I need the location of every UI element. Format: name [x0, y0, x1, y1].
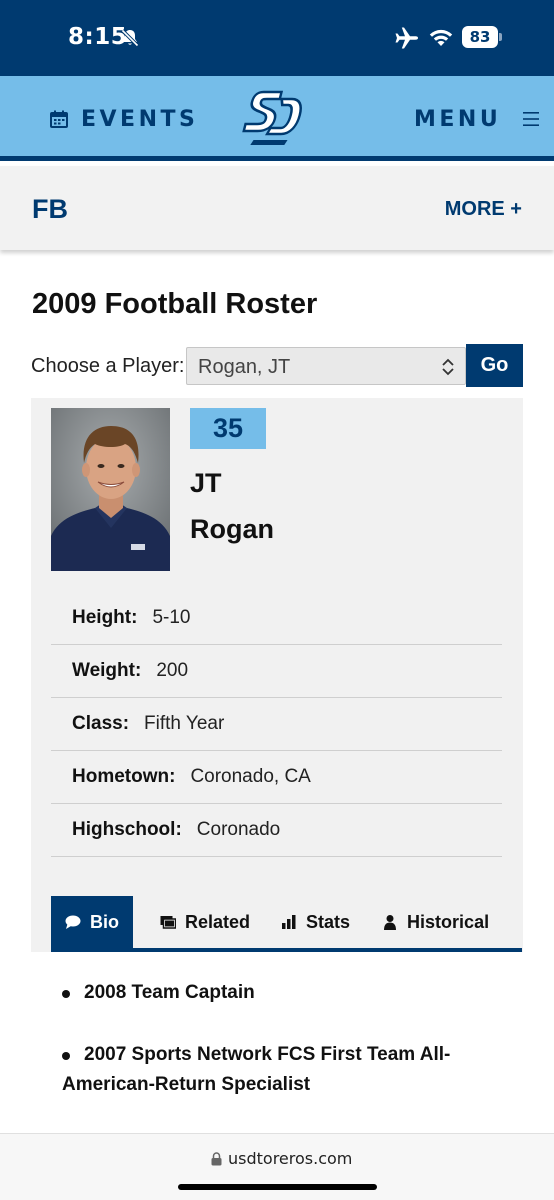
battery-level: 83 [462, 26, 498, 48]
player-select[interactable]: Rogan, JT [186, 347, 466, 385]
player-last-name: Rogan [190, 514, 274, 544]
bar-chart-icon [282, 915, 296, 929]
url-text: usdtoreros.com [228, 1149, 353, 1168]
tab-historical[interactable]: Historical [382, 896, 489, 948]
player-first-name: JT [190, 468, 222, 498]
tab-label: Bio [90, 911, 119, 932]
wifi-icon [429, 29, 453, 46]
info-key: Hometown: [72, 766, 176, 787]
go-button[interactable]: Go [466, 344, 523, 387]
site-header: EVENTS MENU [0, 76, 554, 161]
menu-button[interactable]: MENU [414, 104, 540, 134]
tab-stats[interactable]: Stats [281, 896, 350, 948]
sport-label[interactable]: FB [32, 194, 68, 225]
events-link[interactable]: EVENTS [50, 104, 198, 134]
browser-url-bar[interactable]: usdtoreros.com [0, 1133, 554, 1200]
player-info-list: Height: 5-10 Weight: 200 Class: Fifth Ye… [51, 592, 502, 857]
info-row-hometown: Hometown: Coronado, CA [51, 751, 502, 804]
info-value: 5-10 [152, 607, 191, 628]
jersey-number: 35 [190, 408, 266, 449]
bullet-icon [62, 1052, 70, 1060]
sd-logo[interactable] [240, 82, 314, 156]
info-value: Coronado, CA [190, 766, 311, 787]
tab-label: Historical [407, 911, 490, 932]
player-tabs: Bio Related Stats Historical [51, 896, 522, 952]
select-arrows-icon [442, 358, 454, 376]
player-headshot [51, 408, 170, 571]
tab-related[interactable]: Related [160, 896, 250, 948]
bio-list: 2008 Team Captain 2007 Sports Network FC… [62, 978, 502, 1132]
images-icon [160, 916, 176, 929]
player-select-value: Rogan, JT [198, 356, 291, 378]
bell-slash-icon [121, 29, 139, 47]
status-bar: 8:15 83 [0, 0, 554, 76]
status-time: 8:15 [68, 24, 128, 50]
page-title: 2009 Football Roster [32, 288, 318, 320]
lock-icon [211, 1152, 222, 1166]
info-key: Height: [72, 607, 138, 628]
tab-label: Related [185, 911, 251, 932]
info-row-highschool: Highschool: Coronado [51, 804, 502, 857]
bio-text: 2007 Sports Network FCS First Team All-A… [62, 1044, 451, 1095]
comment-icon [65, 915, 81, 929]
bio-item: 2007 Sports Network FCS First Team All-A… [62, 1040, 502, 1100]
home-indicator[interactable] [178, 1184, 377, 1190]
hamburger-icon [523, 112, 540, 126]
user-icon [384, 915, 397, 930]
info-key: Class: [72, 713, 130, 734]
info-row-weight: Weight: 200 [51, 645, 502, 698]
events-label: EVENTS [81, 106, 199, 132]
calendar-icon [50, 110, 68, 128]
bullet-icon [62, 990, 70, 998]
battery-tip [499, 33, 502, 41]
info-key: Highschool: [72, 819, 182, 840]
airplane-icon [395, 27, 418, 49]
info-row-height: Height: 5-10 [51, 592, 502, 645]
info-value: 200 [156, 660, 189, 681]
tab-bio[interactable]: Bio [51, 896, 133, 948]
player-card: 35 JT Rogan Height: 5-10 Weight: 200 Cla… [31, 398, 523, 952]
menu-label: MENU [414, 106, 502, 132]
choose-player-label: Choose a Player: [31, 355, 185, 377]
sport-subnav: FB MORE + [0, 166, 554, 250]
tab-label: Stats [306, 911, 351, 932]
bio-item: 2008 Team Captain [62, 978, 502, 1008]
bio-text: 2008 Team Captain [84, 982, 255, 1003]
battery-icon: 83 [462, 26, 502, 48]
more-button[interactable]: MORE + [445, 198, 522, 221]
info-value: Coronado [196, 819, 281, 840]
info-key: Weight: [72, 660, 142, 681]
info-row-class: Class: Fifth Year [51, 698, 502, 751]
info-value: Fifth Year [144, 713, 225, 734]
